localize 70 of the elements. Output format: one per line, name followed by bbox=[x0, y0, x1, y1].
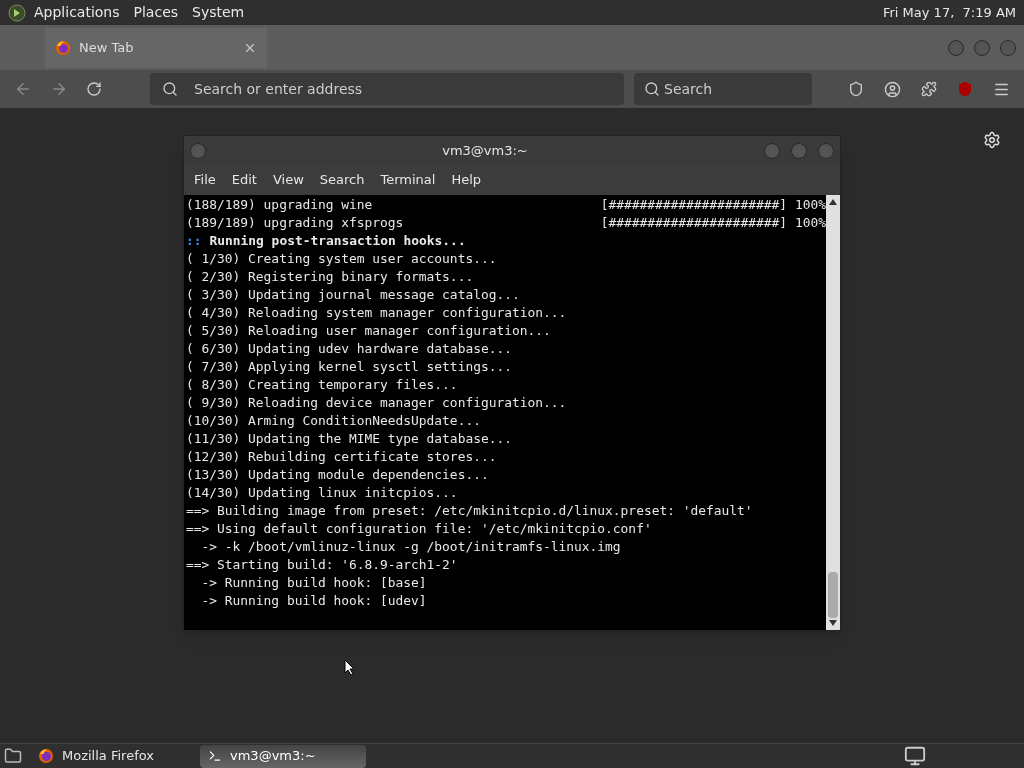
progress-bar-text: [######################] bbox=[600, 196, 787, 214]
menu-item[interactable]: View bbox=[272, 170, 304, 190]
prompt-marker: :: bbox=[186, 232, 202, 250]
search-field[interactable]: Search bbox=[634, 73, 812, 105]
panel-menu[interactable]: System bbox=[192, 2, 245, 23]
terminal-line: (11/30) Updating the MIME type database... bbox=[186, 430, 512, 448]
terminal-line: ( 6/30) Updating udev hardware database... bbox=[186, 340, 512, 358]
window-control-icon[interactable] bbox=[190, 142, 206, 159]
terminal-line: ==> Building image from preset: /etc/mkinitcpio.d/linux.preset: 'default' bbox=[186, 502, 753, 520]
terminal-line: ( 9/30) Reloading device manager configuration... bbox=[186, 394, 567, 412]
window-control-icon[interactable] bbox=[764, 142, 780, 159]
taskbar-item[interactable]: Mozilla Firefox bbox=[30, 744, 196, 768]
firefox-icon bbox=[55, 39, 71, 56]
terminal-line: (14/30) Updating linux initcpios... bbox=[186, 484, 458, 502]
terminal-line: (12/30) Rebuilding certificate stores... bbox=[186, 448, 497, 466]
forward-icon[interactable] bbox=[50, 80, 68, 98]
terminal-line: ( 4/30) Reloading system manager configuration... bbox=[186, 304, 567, 322]
progress-bar-text: [######################] bbox=[600, 214, 787, 232]
settings-icon[interactable] bbox=[983, 131, 1001, 149]
terminal-line: -> -k /boot/vmlinuz-linux -g /boot/initramfs-linux.img bbox=[200, 538, 621, 556]
window-control-icon[interactable] bbox=[948, 39, 964, 56]
address-field[interactable]: Search or enter address bbox=[150, 73, 624, 105]
terminal-line: ( 2/30) Registering binary formats... bbox=[186, 268, 474, 286]
panel-menu[interactable]: Places bbox=[133, 2, 179, 23]
back-icon[interactable] bbox=[14, 80, 32, 98]
terminal-line: ==> Using default configuration file: '/etc/mkinitcpio.conf' bbox=[186, 520, 652, 538]
scrollbar-thumb[interactable] bbox=[828, 572, 838, 618]
terminal-line: (188/189) upgrading wine bbox=[186, 196, 373, 214]
mouse-pointer-icon bbox=[344, 659, 355, 676]
menu-item[interactable]: Search bbox=[319, 170, 365, 190]
browser-tab[interactable]: New Tab bbox=[45, 27, 267, 68]
clock[interactable]: Fri May 17, 7:19 AM bbox=[883, 2, 1016, 23]
terminal-line: (10/30) Arming ConditionNeedsUpdate... bbox=[186, 412, 481, 430]
terminal-icon bbox=[208, 749, 222, 763]
workspace-icon[interactable] bbox=[904, 745, 926, 767]
terminal-logo-icon[interactable] bbox=[8, 3, 26, 22]
terminal-line: (13/30) Updating module dependencies... bbox=[186, 466, 489, 484]
terminal-line: (189/189) upgrading xfsprogs bbox=[186, 214, 404, 232]
menu-item[interactable]: Edit bbox=[231, 170, 257, 190]
panel-menu[interactable]: Applications bbox=[34, 2, 120, 23]
terminal-line: ( 3/30) Updating journal message catalog... bbox=[186, 286, 520, 304]
window-title: vm3@vm3:~ bbox=[441, 141, 529, 160]
window-control-icon[interactable] bbox=[1000, 39, 1016, 56]
percent-text: 100% bbox=[794, 196, 826, 214]
reload-icon[interactable] bbox=[86, 81, 102, 97]
terminal-line: ( 1/30) Creating system user accounts... bbox=[186, 250, 497, 268]
window-control-icon[interactable] bbox=[974, 39, 990, 56]
menu-item[interactable]: Help bbox=[451, 170, 482, 190]
scroll-up-icon[interactable] bbox=[829, 199, 837, 205]
terminal-line: ( 7/30) Applying kernel sysctl settings... bbox=[186, 358, 512, 376]
search-icon bbox=[644, 81, 660, 97]
show-desktop-icon[interactable] bbox=[4, 747, 22, 765]
terminal-line: ==> Starting build: '6.8.9-arch1-2' bbox=[186, 556, 458, 574]
firefox-icon bbox=[38, 748, 54, 764]
terminal-line: -> Running build hook: [udev] bbox=[200, 592, 427, 610]
window-control-icon[interactable] bbox=[791, 142, 807, 159]
terminal-line: ( 5/30) Reloading user manager configuration... bbox=[186, 322, 551, 340]
scroll-down-icon[interactable] bbox=[829, 620, 837, 626]
terminal-line: Running post-transaction hooks... bbox=[209, 232, 466, 250]
search-icon bbox=[162, 81, 178, 97]
menu-item[interactable]: File bbox=[194, 170, 216, 190]
account-icon[interactable] bbox=[884, 80, 901, 98]
terminal-line: -> Running build hook: [base] bbox=[200, 574, 427, 592]
window-control-icon[interactable] bbox=[818, 142, 834, 159]
taskbar-item[interactable]: vm3@vm3:~ bbox=[200, 744, 366, 768]
menu-item[interactable]: Terminal bbox=[380, 170, 436, 190]
extensions-icon[interactable] bbox=[921, 81, 937, 97]
scrollbar[interactable] bbox=[826, 195, 840, 630]
terminal-line: ( 8/30) Creating temporary files... bbox=[186, 376, 458, 394]
percent-text: 100% bbox=[794, 214, 826, 232]
